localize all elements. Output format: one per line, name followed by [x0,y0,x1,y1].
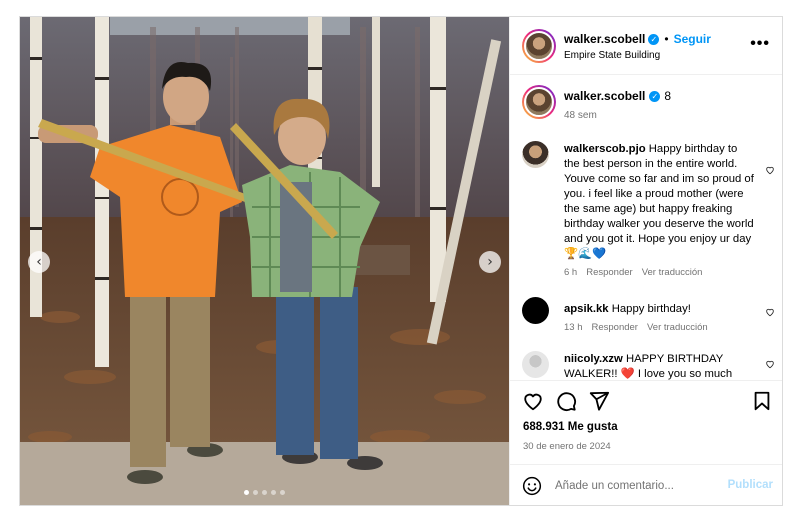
post-location[interactable]: Empire State Building [564,50,660,61]
comment-text: Happy birthday! [611,303,691,315]
translate-button[interactable]: Ver traducción [647,322,708,333]
post-header: walker.scobell ✓ • Seguir Empire State B… [510,17,782,75]
carousel-dot [271,490,276,495]
action-bar [510,380,782,418]
comment-body: niicoly.xzw HAPPY BIRTHDAY WALKER!! ❤️ I… [564,352,754,380]
caption-text: 8 [664,89,672,103]
comment-text: Happy birthday to the best person in the… [564,143,754,260]
bookmark-icon[interactable] [751,390,773,412]
heart-icon[interactable] [522,390,544,412]
translate-button[interactable]: Ver traducción [642,267,703,278]
publish-comment-button[interactable]: Publicar [728,479,773,491]
comment-like-heart-icon[interactable] [765,307,775,317]
post-photo[interactable]: ‹ › [20,17,509,505]
verified-badge-icon: ✓ [648,33,660,45]
caption [522,85,556,119]
comment-username[interactable]: niicoly.xzw [564,353,623,365]
verified-badge-icon: ✓ [649,90,661,102]
commenter-avatar[interactable] [522,141,549,168]
commenter-avatar[interactable] [522,351,549,378]
carousel-dot [262,490,267,495]
comment-username[interactable]: walkerscob.pjo [564,143,646,155]
likes-count[interactable]: 688.931 Me gusta [523,421,618,433]
emoji-icon[interactable] [522,476,542,496]
separator-dot: • [664,32,669,46]
carousel-dot [280,490,285,495]
caption-username[interactable]: walker.scobell [564,89,645,103]
post-side-panel: walker.scobell ✓ • Seguir Empire State B… [509,17,782,505]
carousel-prev-button[interactable]: ‹ [28,251,50,273]
comment-time: 13 h [564,322,583,333]
carousel-dot [244,490,249,495]
comment-like-heart-icon[interactable] [765,359,775,369]
comment-meta: 13 h Responder Ver traducción [564,322,708,333]
comment-meta: 6 h Responder Ver traducción [564,267,702,278]
comments-section: walker.scobell ✓ 8 48 sem walkerscob.pjo… [510,75,782,380]
comment-body: walkerscob.pjo Happy birthday to the bes… [564,142,754,262]
comment-icon[interactable] [555,390,577,412]
photo-illustration [20,17,509,505]
more-options-icon[interactable]: ••• [750,35,770,53]
add-comment-bar: Publicar [510,464,782,505]
follow-button[interactable]: Seguir [674,32,711,46]
caption-avatar[interactable] [522,85,556,119]
commenter-avatar[interactable] [522,297,549,324]
author-line: walker.scobell ✓ • Seguir [564,32,711,46]
caption-time: 48 sem [564,110,597,121]
share-icon[interactable] [588,390,610,412]
comment-username[interactable]: apsik.kk [564,303,609,315]
post-dialog: ‹ › walker.scobell ✓ • Seguir Empire Sta… [19,16,783,506]
comment-like-heart-icon[interactable] [765,165,775,175]
carousel-next-button[interactable]: › [479,251,501,273]
comment-time: 6 h [564,267,578,278]
carousel-dots [20,490,509,495]
carousel-dot [253,490,258,495]
author-username[interactable]: walker.scobell [564,32,645,46]
reply-button[interactable]: Responder [586,267,632,278]
comment-body: apsik.kk Happy birthday! [564,302,754,317]
post-date: 30 de enero de 2024 [523,441,611,452]
caption-line: walker.scobell ✓ 8 [564,89,671,103]
add-comment-input[interactable] [555,477,715,495]
author-avatar[interactable] [522,29,556,63]
reply-button[interactable]: Responder [592,322,638,333]
